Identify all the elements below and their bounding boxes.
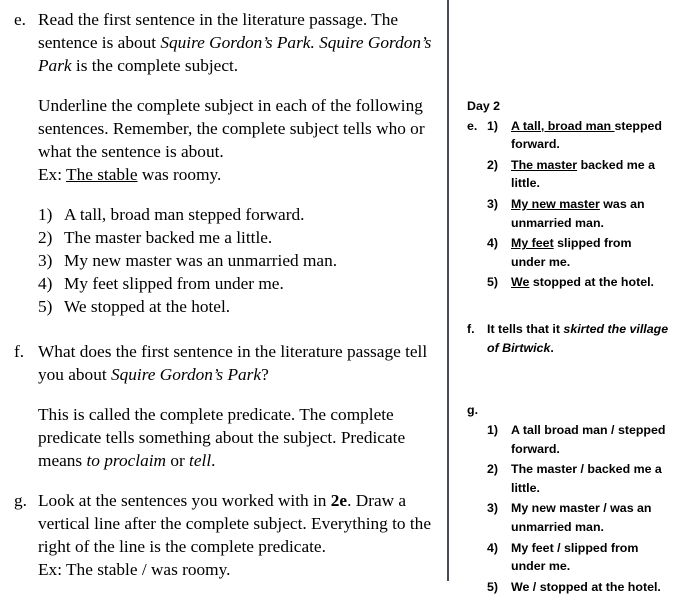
answer-number: 3) xyxy=(487,501,499,516)
answer-text: My new master / was an unmarried man. xyxy=(511,501,652,534)
item-e-example: Ex: The stable was roomy. xyxy=(38,163,434,186)
item-f-p-italic1: to proclaim xyxy=(86,451,166,470)
answer-number: 5) xyxy=(487,275,499,290)
item-f-q-italic: Squire Gordon’s Park xyxy=(110,365,262,384)
sentence-number: 4) xyxy=(38,274,53,293)
answer-predicate: stopped at the hotel. xyxy=(529,275,654,290)
item-g-p-text1: Look at the sentences you worked with in xyxy=(38,491,331,510)
list-item: 2) The master / backed me a little. xyxy=(487,460,669,497)
answer-text: A tall broad man / stepped forward. xyxy=(511,422,666,456)
item-g-example: Ex: The stable / was roomy. xyxy=(38,560,231,579)
list-item: 5) We stopped at the hotel. xyxy=(38,295,434,318)
answer-block-g: g. 1) A tall broad man / stepped forward.… xyxy=(467,401,669,596)
list-item: 2) The master backed me a little. xyxy=(487,156,669,193)
list-item: 3) My new master was an unmarried man. xyxy=(38,249,434,272)
item-e-paragraph-2: Underline the complete subject in each o… xyxy=(38,96,425,161)
sentence-text: My new master was an unmarried man. xyxy=(64,251,338,270)
answer-e-label: e. xyxy=(467,118,478,133)
list-item: 4) My feet slipped from under me. xyxy=(487,234,669,271)
answer-block-e: e. 1) A tall, broad man stepped forward. … xyxy=(467,117,669,292)
item-e-sentence-list: 1) A tall, broad man stepped forward. 2) T… xyxy=(0,203,434,318)
answer-text: We / stopped at the hotel. xyxy=(511,579,661,594)
item-g-label: g. xyxy=(14,491,27,510)
answer-g-list: 1) A tall broad man / stepped forward. 2)… xyxy=(487,421,669,596)
answer-number: 4) xyxy=(487,236,499,251)
item-e-label: e. xyxy=(14,10,26,29)
answer-number: 2) xyxy=(487,462,499,477)
answer-e-list: 1) A tall, broad man stepped forward. 2) T… xyxy=(487,117,669,292)
answer-e-body: 1) A tall, broad man stepped forward. 2) T… xyxy=(467,117,669,292)
answer-number: 3) xyxy=(487,197,499,212)
list-item: 5) We stopped at the hotel. xyxy=(487,273,669,292)
day-heading: Day 2 xyxy=(467,99,501,113)
answer-g-body: 1) A tall broad man / stepped forward. 2)… xyxy=(467,421,669,596)
item-f-p-italic2: tell xyxy=(189,451,212,470)
item-f-p-text3: . xyxy=(211,451,216,470)
list-item: 2) The master backed me a little. xyxy=(38,226,434,249)
item-e-paragraph-1: Read the first sentence in the literatur… xyxy=(38,8,434,77)
answer-number: 1) xyxy=(487,422,499,437)
answer-subject: A tall, broad man xyxy=(511,118,615,133)
sentence-number: 5) xyxy=(38,297,53,316)
sentence-number: 3) xyxy=(38,251,53,270)
answer-f-end: . xyxy=(550,340,554,355)
item-e-p1-text3: is the complete subject. xyxy=(71,56,239,75)
worksheet-page: e. Read the first sentence in the litera… xyxy=(0,0,675,594)
answer-block-f: f. It tells that it skirted the village … xyxy=(467,320,669,357)
answer-subject: We xyxy=(511,275,530,290)
sentence-number: 2) xyxy=(38,228,53,247)
sentence-text: We stopped at the hotel. xyxy=(64,297,231,316)
list-item: 1) A tall, broad man stepped forward. xyxy=(487,117,669,154)
item-e-example-subject: The stable xyxy=(66,165,138,184)
item-f-p-text2: or xyxy=(166,451,190,470)
answer-text: The master / backed me a little. xyxy=(511,462,662,495)
answer-f-plain: It tells that it xyxy=(487,322,564,337)
list-item: 3) My new master was an unmarried man. xyxy=(487,195,669,232)
worksheet-item-g: g. Look at the sentences you worked with… xyxy=(0,489,434,581)
item-e-p1-italic1: Squire Gordon’s Park. xyxy=(160,33,315,52)
list-item: 1) A tall broad man / stepped forward. xyxy=(487,421,669,458)
worksheet-item-e: e. Read the first sentence in the litera… xyxy=(0,8,434,186)
answer-subject: My feet xyxy=(511,236,554,251)
item-f-question: What does the first sentence in the lite… xyxy=(38,340,434,386)
answer-number: 2) xyxy=(487,157,499,172)
list-item: 4) My feet / slipped from under me. xyxy=(487,539,669,576)
sentence-text: A tall, broad man stepped forward. xyxy=(64,205,305,224)
answer-subject: My new master xyxy=(511,197,600,212)
answer-f-text: It tells that it skirted the village of … xyxy=(467,320,669,357)
answer-g-label: g. xyxy=(467,403,479,418)
column-divider xyxy=(447,0,449,581)
answer-number: 1) xyxy=(487,118,499,133)
item-e-example-prefix: Ex: xyxy=(38,165,67,184)
item-f-label: f. xyxy=(14,342,25,361)
answer-text: My feet / slipped from under me. xyxy=(511,540,639,574)
item-f-paragraph: This is called the complete predicate. T… xyxy=(38,403,434,472)
sentence-number: 1) xyxy=(38,205,53,224)
list-item: 1) A tall, broad man stepped forward. xyxy=(38,203,434,226)
sentence-text: My feet slipped from under me. xyxy=(64,274,284,293)
worksheet-item-f: f. What does the first sentence in the l… xyxy=(0,340,434,472)
answer-number: 4) xyxy=(487,540,499,555)
sentence-text: The master backed me a little. xyxy=(64,228,273,247)
item-g-paragraph: Look at the sentences you worked with in… xyxy=(38,489,434,558)
answer-key-right-column: Day 2 e. 1) A tall, broad man stepped for… xyxy=(455,0,675,594)
answer-f-label: f. xyxy=(467,322,475,337)
worksheet-left-column: e. Read the first sentence in the litera… xyxy=(0,0,440,581)
item-e-example-rest: was roomy. xyxy=(137,165,222,184)
answer-subject: The master xyxy=(511,157,578,172)
item-g-p-bold-ref: 2e xyxy=(330,491,348,510)
list-item: 3) My new master / was an unmarried man. xyxy=(487,499,669,536)
list-item: 4) My feet slipped from under me. xyxy=(38,272,434,295)
item-f-q-text2: ? xyxy=(261,365,269,384)
